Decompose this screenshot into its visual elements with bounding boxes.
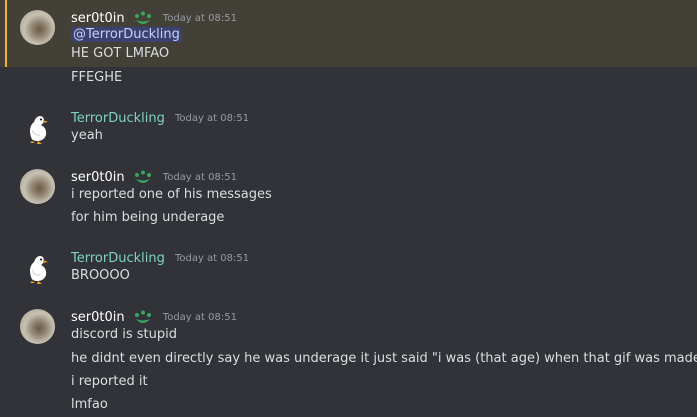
avatar[interactable]	[20, 110, 55, 145]
message-line: FFEGHE	[71, 70, 123, 85]
username[interactable]: TerrorDuckling	[71, 111, 165, 126]
duck-icon	[30, 116, 48, 144]
message-header: ser0t0in Today at 08:51	[71, 8, 237, 26]
username[interactable]: TerrorDuckling	[71, 251, 165, 266]
avatar[interactable]	[20, 10, 55, 45]
username[interactable]: ser0t0in	[71, 170, 125, 185]
sprout-icon[interactable]	[133, 11, 153, 27]
message-group: TerrorDuckling Today at 08:51 BROOOO	[0, 240, 697, 295]
chat-messages: ser0t0in Today at 08:51 @TerrorDuckling …	[0, 0, 697, 417]
timestamp[interactable]: Today at 08:51	[163, 172, 237, 183]
duck-icon	[30, 256, 48, 284]
message-header: ser0t0in Today at 08:51	[71, 307, 237, 325]
timestamp[interactable]: Today at 08:51	[175, 253, 249, 264]
message-line: @TerrorDuckling	[71, 27, 182, 42]
username[interactable]: ser0t0in	[71, 11, 125, 26]
message-header: ser0t0in Today at 08:51	[71, 167, 237, 185]
message-group: ser0t0in Today at 08:51 i reported one o…	[0, 159, 697, 237]
timestamp[interactable]: Today at 08:51	[163, 312, 237, 323]
avatar[interactable]	[20, 309, 55, 344]
message-line: i reported it	[71, 374, 148, 389]
sprout-icon[interactable]	[133, 170, 153, 186]
message-group: TerrorDuckling Today at 08:51 yeah	[0, 100, 697, 155]
timestamp[interactable]: Today at 08:51	[163, 13, 237, 24]
avatar[interactable]	[20, 169, 55, 204]
sprout-icon[interactable]	[133, 310, 153, 326]
avatar[interactable]	[20, 250, 55, 285]
message-line: for him being underage	[71, 210, 225, 225]
message-header: TerrorDuckling Today at 08:51	[71, 108, 249, 126]
message-group: ser0t0in Today at 08:51 @TerrorDuckling …	[0, 0, 697, 67]
username[interactable]: ser0t0in	[71, 310, 125, 325]
message-line: yeah	[71, 128, 103, 143]
user-mention[interactable]: @TerrorDuckling	[71, 27, 182, 42]
message-line: i reported one of his messages	[71, 187, 272, 202]
message-group: ser0t0in Today at 08:51 discord is stupi…	[0, 299, 697, 417]
timestamp[interactable]: Today at 08:51	[175, 113, 249, 124]
message-line: BROOOO	[71, 268, 130, 283]
message-line: HE GOT LMFAO	[71, 46, 170, 61]
message-line: discord is stupid	[71, 327, 177, 342]
message-header: TerrorDuckling Today at 08:51	[71, 248, 249, 266]
message-line: lmfao	[71, 397, 108, 412]
message-line: he didnt even directly say he was undera…	[71, 351, 697, 366]
